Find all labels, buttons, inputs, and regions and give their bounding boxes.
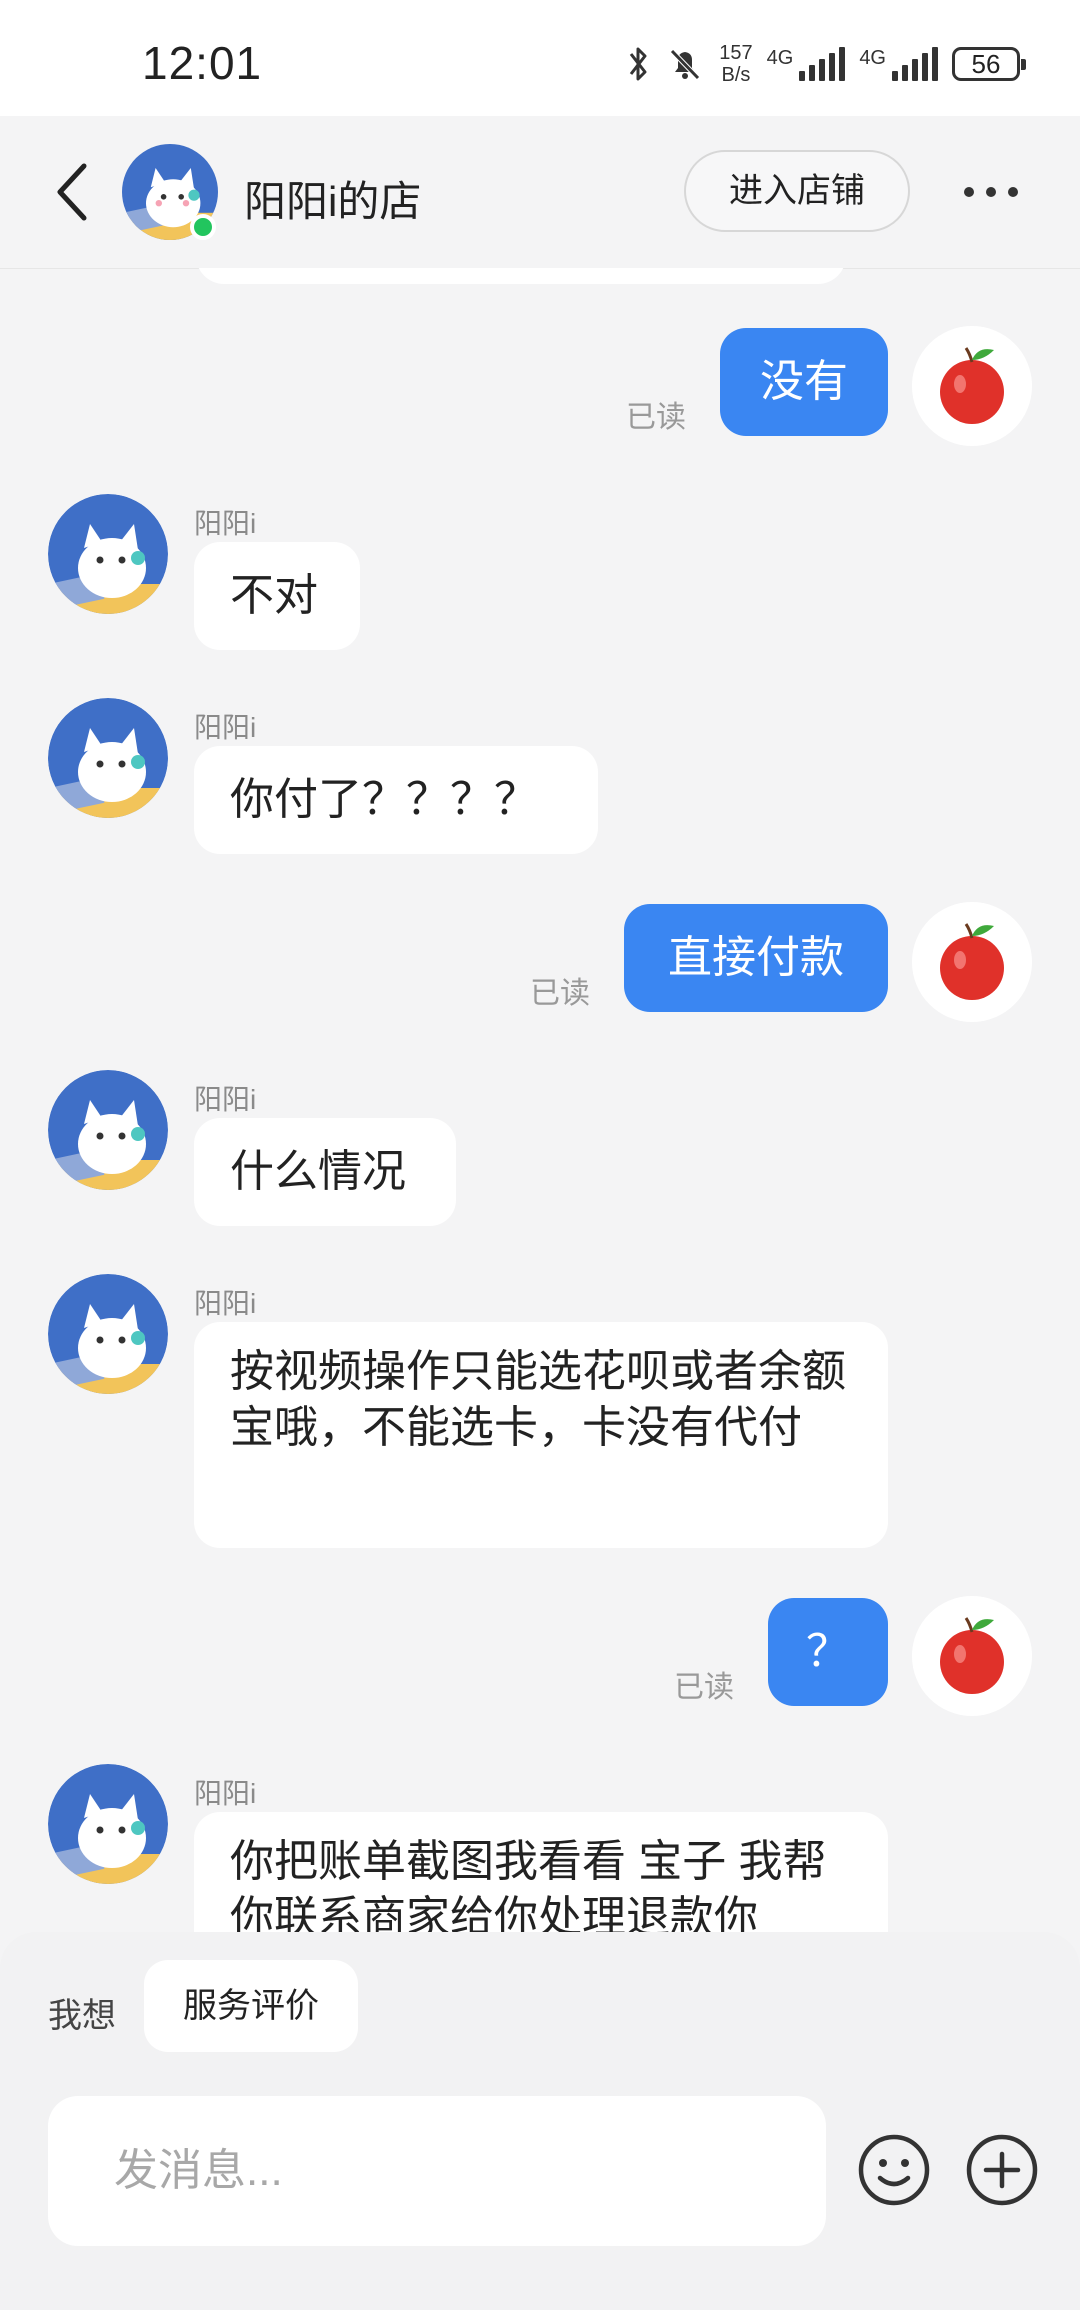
message-text: 按视频操作只能选花呗或者余额宝哦，不能选卡，卡没有代付: [230, 1347, 846, 1452]
status-bar: 12:01 157 B/s 4G 4G 56: [0, 0, 1080, 116]
incoming-message[interactable]: 你付了？？？？: [194, 746, 598, 854]
shop-sender-avatar[interactable]: [48, 1764, 168, 1884]
input-panel: 我想 服务评价: [0, 1932, 1080, 2310]
my-avatar[interactable]: [912, 326, 1032, 446]
message-text: 直接付款: [668, 933, 844, 982]
read-status: 已读: [674, 1671, 734, 1704]
plus-icon[interactable]: [964, 2132, 1040, 2208]
service-rating-chip[interactable]: 服务评价: [144, 1960, 358, 2052]
shop-name[interactable]: 阳阳i的店: [244, 168, 421, 229]
shop-sender-avatar[interactable]: [48, 1070, 168, 1190]
message-input[interactable]: [48, 2096, 826, 2246]
status-icons: 157 B/s 4G 4G 56: [625, 34, 1026, 94]
message-text: 你把账单截图我看看 宝子 我帮你联系商家给你处理退款你: [230, 1837, 827, 1932]
enter-shop-button[interactable]: 进入店铺: [684, 150, 910, 232]
read-status: 已读: [530, 977, 590, 1010]
message-text: ？: [806, 1627, 850, 1676]
my-avatar[interactable]: [912, 1596, 1032, 1716]
signal-sim2-icon: 4G: [859, 47, 938, 81]
chat-screen: 12:01 157 B/s 4G 4G 56 阳阳i的店 进入店铺 没有 已读 …: [0, 0, 1080, 2310]
signal-sim1-icon: 4G: [767, 47, 846, 81]
outgoing-message[interactable]: 没有: [720, 328, 888, 436]
bluetooth-icon: [630, 47, 647, 81]
message-text: 没有: [760, 357, 848, 406]
sender-name: 阳阳i: [194, 1288, 257, 1319]
my-avatar[interactable]: [912, 902, 1032, 1022]
more-icon[interactable]: [964, 178, 1024, 206]
battery-icon: 56: [952, 47, 1026, 81]
shop-sender-avatar[interactable]: [48, 494, 168, 614]
network-speed-unit: B/s: [721, 64, 751, 86]
incoming-message[interactable]: 按视频操作只能选花呗或者余额宝哦，不能选卡，卡没有代付: [194, 1322, 888, 1548]
network-speed-value: 157: [719, 42, 753, 64]
shop-sender-avatar[interactable]: [48, 698, 168, 818]
incoming-message[interactable]: 不对: [194, 542, 360, 650]
outgoing-message[interactable]: ？: [768, 1598, 888, 1706]
previous-message-bubble: [196, 268, 846, 284]
sim2-network-type: 4G: [859, 47, 886, 69]
message-text: 什么情况: [230, 1147, 406, 1196]
incoming-message[interactable]: 什么情况: [194, 1118, 456, 1226]
chat-header: 阳阳i的店 进入店铺: [0, 116, 1080, 269]
network-speed: 157 B/s: [719, 42, 752, 86]
message-text: 你付了？？？？: [230, 775, 538, 824]
sender-name: 阳阳i: [194, 712, 257, 743]
sender-name: 阳阳i: [194, 1778, 257, 1809]
status-time: 12:01: [142, 37, 263, 89]
sim1-network-type: 4G: [766, 47, 794, 69]
message-list[interactable]: 没有 已读 阳阳i 不对 阳阳i 你付了？？？？ 直接付款 已读 阳阳i 什么情…: [0, 268, 1080, 1932]
incoming-message[interactable]: 你把账单截图我看看 宝子 我帮你联系商家给你处理退款你: [194, 1812, 888, 1932]
emoji-icon[interactable]: [856, 2132, 932, 2208]
sender-name: 阳阳i: [194, 1084, 257, 1115]
quick-actions-label: 我想: [48, 1997, 116, 2035]
back-arrow-icon[interactable]: [48, 160, 98, 224]
online-status-dot: [190, 214, 216, 240]
mute-bell-icon: [670, 49, 701, 80]
outgoing-message[interactable]: 直接付款: [624, 904, 888, 1012]
sender-name: 阳阳i: [194, 508, 257, 539]
message-text: 不对: [230, 571, 318, 620]
shop-sender-avatar[interactable]: [48, 1274, 168, 1394]
read-status: 已读: [626, 401, 686, 434]
